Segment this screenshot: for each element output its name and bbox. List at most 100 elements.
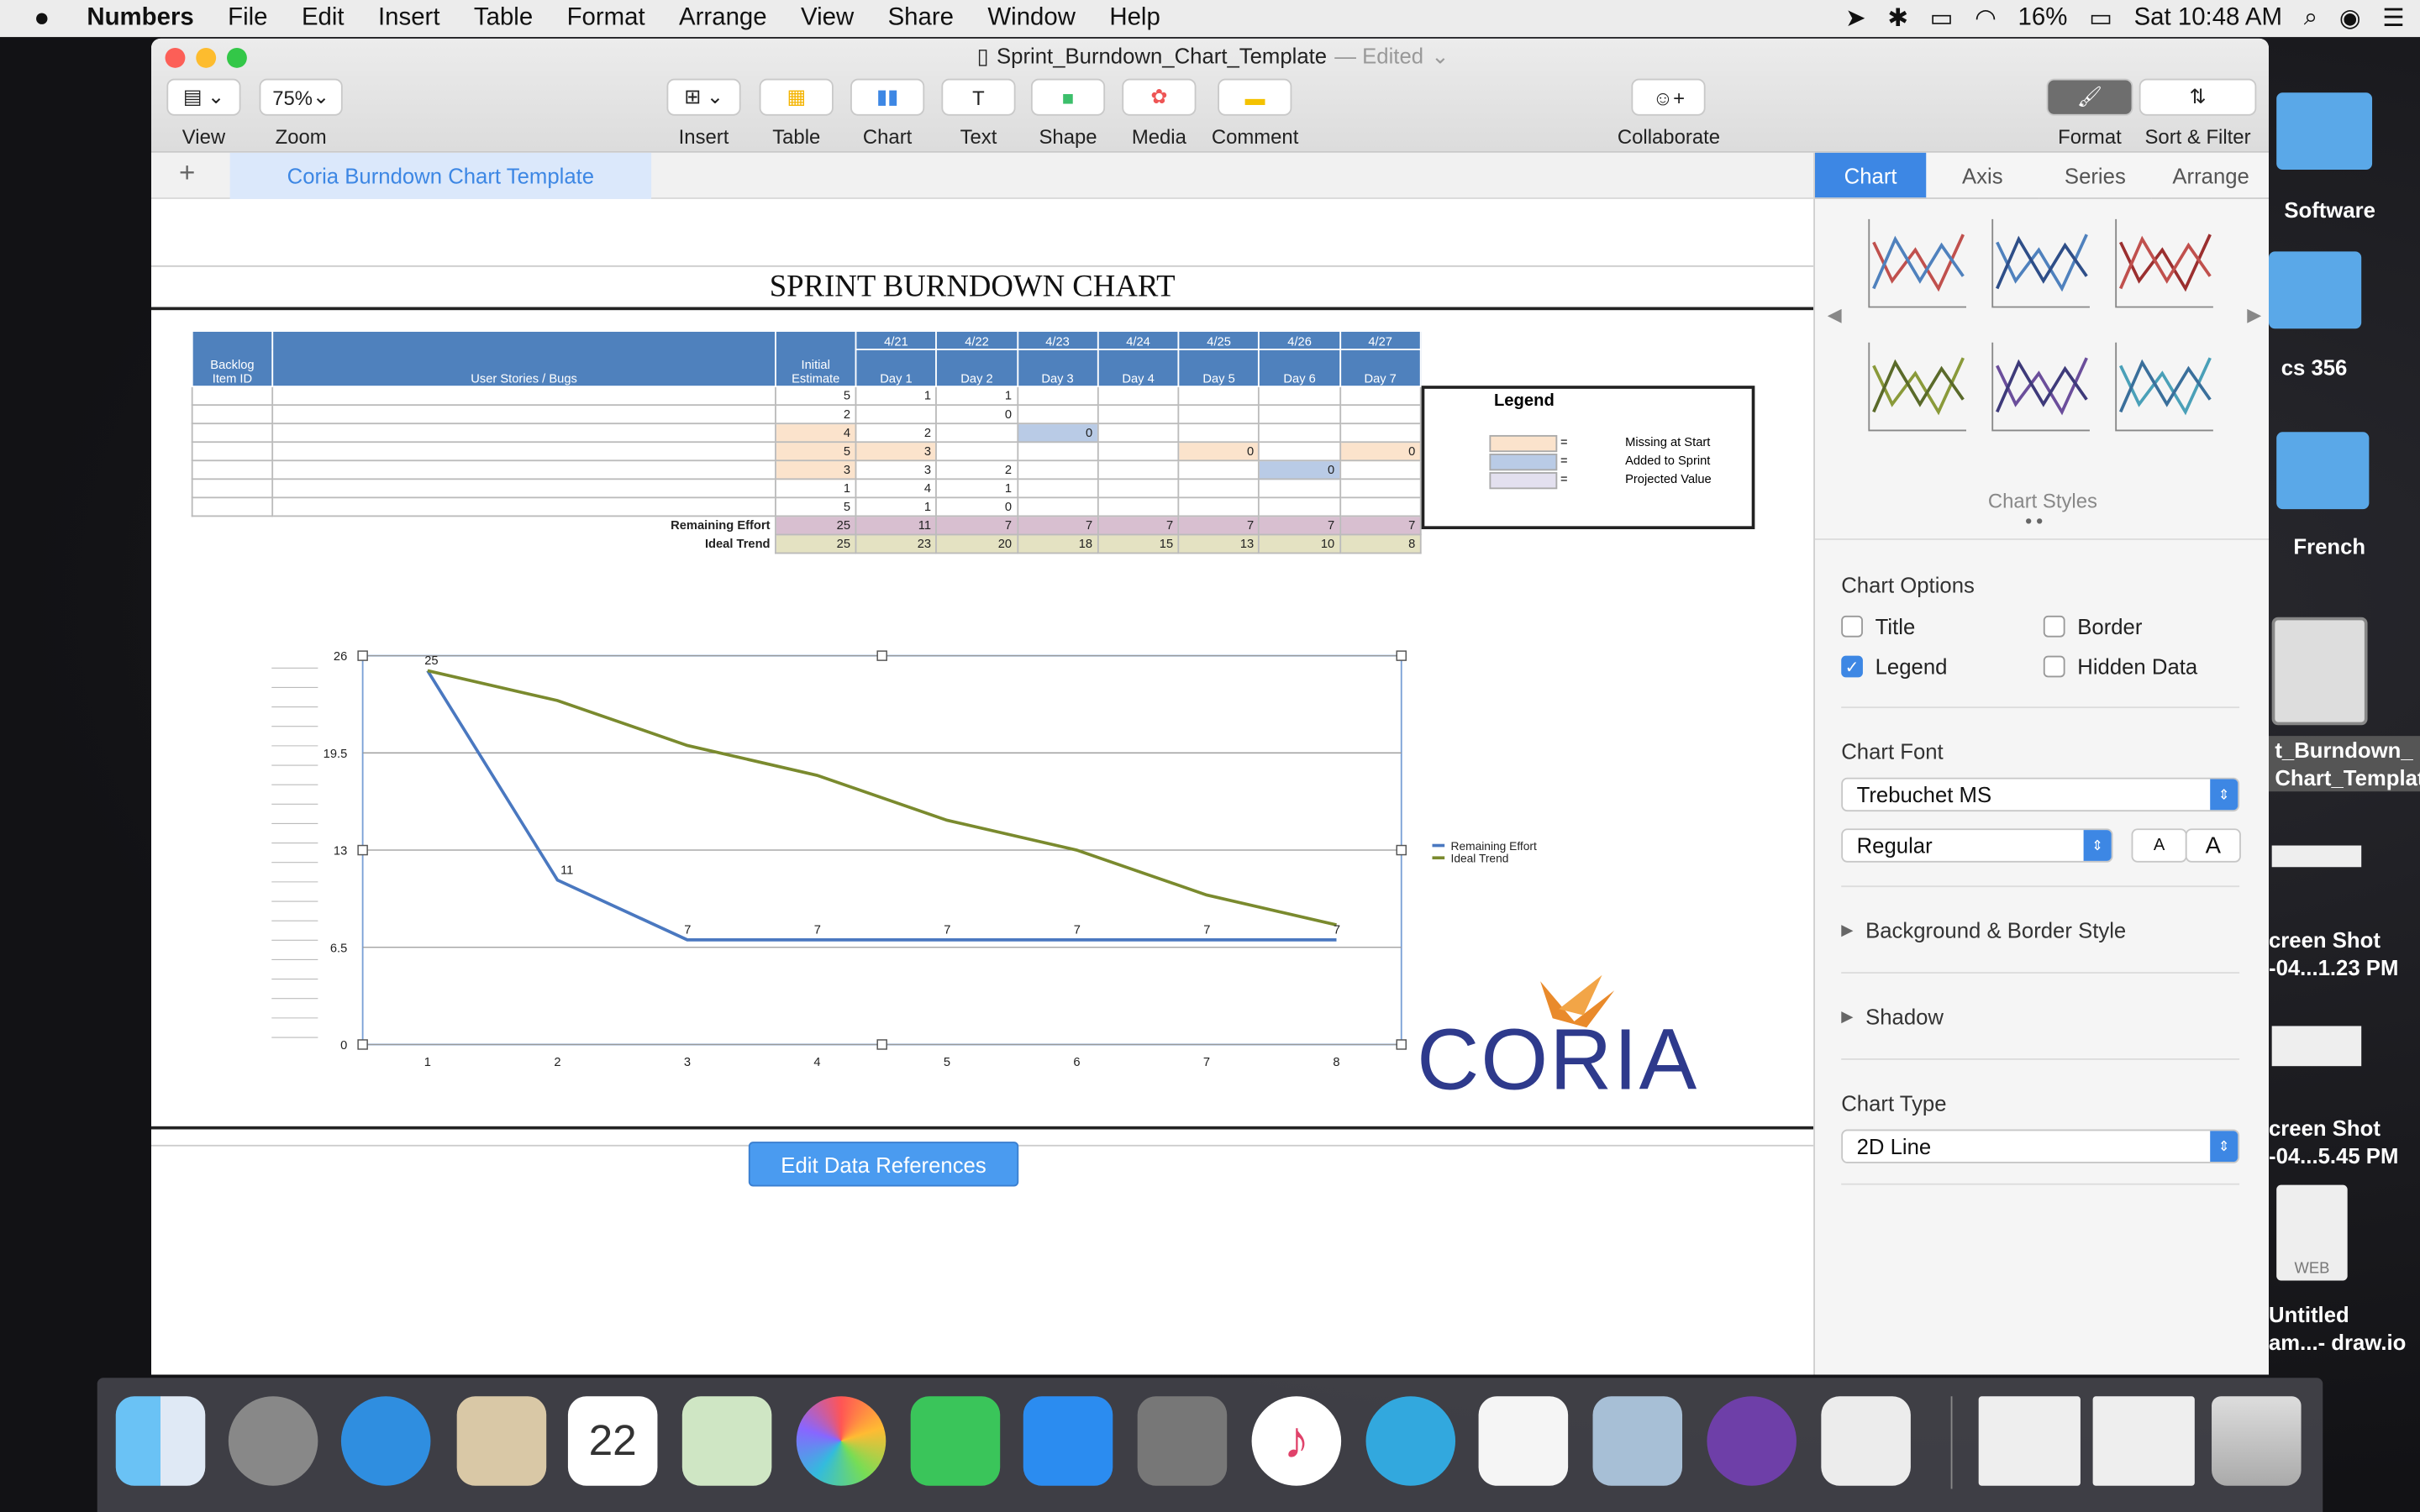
table-cell[interactable]: [1177, 404, 1260, 425]
chart-style-thumbnail[interactable]: [1868, 342, 1967, 432]
battery-icon[interactable]: ▭: [2089, 3, 2112, 34]
desktop-file-web[interactable]: WEB: [2276, 1184, 2348, 1281]
finder-icon[interactable]: [115, 1396, 206, 1486]
edit-data-references-button[interactable]: Edit Data References: [748, 1142, 1019, 1187]
trash-icon[interactable]: [2212, 1396, 2302, 1486]
table-cell[interactable]: 1: [935, 478, 1018, 499]
table-cell[interactable]: 0: [1339, 441, 1422, 462]
header-day[interactable]: Day 4: [1097, 349, 1180, 388]
siri-icon[interactable]: ◉: [2339, 3, 2361, 34]
table-cell[interactable]: [1016, 441, 1099, 462]
table-row[interactable]: 511: [191, 386, 1422, 407]
close-button[interactable]: [165, 47, 186, 68]
table-cell[interactable]: 5: [775, 496, 857, 517]
menu-window[interactable]: Window: [987, 5, 1076, 33]
table-cell[interactable]: [1177, 459, 1260, 480]
table-cell[interactable]: 1: [775, 478, 857, 499]
summary-cell[interactable]: 7: [1097, 515, 1180, 536]
tab-series[interactable]: Series: [2039, 153, 2152, 199]
table-cell[interactable]: 2: [855, 423, 938, 444]
table-cell[interactable]: [191, 386, 274, 407]
table-row[interactable]: 510: [191, 496, 1422, 517]
toolbar-view[interactable]: ▤ ⌄ View: [166, 78, 241, 148]
tab-chart[interactable]: Chart: [1815, 152, 1927, 199]
toolbar-zoom[interactable]: 75% ⌄ Zoom: [259, 78, 343, 148]
launchpad-icon[interactable]: [228, 1396, 318, 1486]
table-cell[interactable]: [191, 478, 274, 499]
window-title[interactable]: ▯ Sprint_Burndown_Chart_Template — Edite…: [977, 43, 1449, 69]
header-day[interactable]: Day 3: [1016, 349, 1099, 388]
toolbar-collaborate[interactable]: ☺+ Collaborate: [1618, 78, 1720, 148]
menu-arrange[interactable]: Arrange: [679, 5, 767, 33]
table-cell[interactable]: 2: [935, 459, 1018, 480]
tab-axis[interactable]: Axis: [1926, 153, 2039, 199]
table-row[interactable]: 53 0 0: [191, 441, 1422, 462]
header-date[interactable]: 4/22: [935, 330, 1018, 350]
toolbar-comment[interactable]: ▬ Comment: [1212, 78, 1298, 148]
table-cell[interactable]: [1097, 386, 1180, 407]
table-cell[interactable]: [1177, 386, 1260, 407]
clock[interactable]: Sat 10:48 AM: [2134, 5, 2282, 33]
table-cell[interactable]: [191, 459, 274, 480]
table-cell[interactable]: [1016, 459, 1099, 480]
table-cell[interactable]: [1339, 496, 1422, 517]
header-id[interactable]: Backlog Item ID: [191, 330, 274, 388]
minimized-window-icon[interactable]: [2092, 1396, 2195, 1486]
title-checkbox[interactable]: Title: [1841, 614, 1915, 638]
table-row[interactable]: 3320: [191, 459, 1422, 480]
table-cell[interactable]: [191, 496, 274, 517]
header-day[interactable]: Day 2: [935, 349, 1018, 388]
chart-type-select[interactable]: 2D Line ⇕: [1841, 1129, 2240, 1163]
table-cell[interactable]: 1: [855, 496, 938, 517]
summary-row[interactable]: Ideal Trend 25 23 20 18 15 13 10 8: [192, 533, 1422, 554]
chevron-left-icon[interactable]: ◀: [1828, 304, 1842, 326]
font-smaller-button[interactable]: A: [2131, 828, 2187, 863]
border-checkbox[interactable]: Border: [2043, 614, 2142, 638]
desktop-folder-french[interactable]: [2276, 432, 2370, 510]
bluetooth-icon[interactable]: ✱: [1887, 3, 1908, 34]
font-style-select[interactable]: Regular ⇕: [1841, 828, 2113, 863]
table-cell[interactable]: [1177, 496, 1260, 517]
chart-style-thumbnail[interactable]: [1991, 342, 2090, 432]
toolbar-sort-filter[interactable]: ⇅ Sort & Filter: [2139, 78, 2257, 148]
table-cell[interactable]: [191, 423, 274, 444]
table-cell[interactable]: [1097, 496, 1180, 517]
font-family-select[interactable]: Trebuchet MS ⇕: [1841, 777, 2240, 812]
safari-icon[interactable]: [340, 1396, 431, 1486]
location-icon[interactable]: ➤: [1845, 3, 1866, 34]
table-cell[interactable]: 1: [935, 386, 1018, 407]
table-cell[interactable]: 4: [855, 478, 938, 499]
table-cell[interactable]: 0: [1016, 423, 1099, 444]
table-cell[interactable]: 4: [775, 423, 857, 444]
table-cell[interactable]: [1016, 496, 1099, 517]
table-cell[interactable]: [191, 404, 274, 425]
menu-app[interactable]: Numbers: [87, 5, 193, 33]
table-row[interactable]: 20: [191, 404, 1422, 425]
summary-cell[interactable]: 25: [775, 533, 857, 554]
numbers-icon[interactable]: [1821, 1396, 1911, 1486]
desktop-screenshot-2[interactable]: [2271, 1026, 2362, 1067]
table-cell[interactable]: [1339, 423, 1422, 444]
summary-cell[interactable]: 13: [1177, 533, 1260, 554]
airplay-icon[interactable]: ▭: [1930, 3, 1954, 34]
toolbar-shape[interactable]: ■ Shape: [1030, 78, 1106, 148]
legend-checkbox[interactable]: ✓ Legend: [1841, 654, 1947, 679]
table-cell[interactable]: [1258, 386, 1341, 407]
summary-cell[interactable]: 7: [1339, 515, 1422, 536]
telegram-icon[interactable]: [1365, 1396, 1456, 1486]
chart-style-thumbnail[interactable]: [1868, 218, 1967, 308]
table-cell[interactable]: 3: [855, 441, 938, 462]
table-cell[interactable]: [1339, 478, 1422, 499]
table-cell[interactable]: 0: [935, 496, 1018, 517]
header-date[interactable]: 4/27: [1339, 330, 1422, 350]
toolbar-insert[interactable]: ⊞ ⌄ Insert: [666, 78, 741, 148]
table-cell[interactable]: [935, 423, 1018, 444]
summary-cell[interactable]: 23: [855, 533, 938, 554]
header-day[interactable]: Day 6: [1258, 349, 1341, 388]
tab-arrange[interactable]: Arrange: [2151, 153, 2270, 199]
chart-style-thumbnail[interactable]: [2115, 342, 2213, 432]
header-date[interactable]: 4/21: [855, 330, 938, 350]
menu-insert[interactable]: Insert: [378, 5, 439, 33]
table-cell[interactable]: 0: [1258, 459, 1341, 480]
table-cell[interactable]: [1097, 404, 1180, 425]
